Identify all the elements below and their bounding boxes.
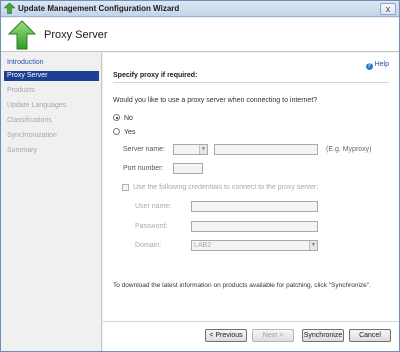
synchronize-button[interactable]: Synchronize bbox=[302, 329, 344, 342]
server-protocol-combo: ▼ bbox=[173, 144, 208, 155]
domain-select: LAB2 ▼ bbox=[191, 240, 318, 251]
port-number-label: Port number: bbox=[123, 165, 164, 172]
cancel-button[interactable]: Cancel bbox=[349, 329, 391, 342]
server-name-example: (E.g. Myproxy) bbox=[326, 146, 372, 153]
previous-button[interactable]: < Previous bbox=[205, 329, 247, 342]
radio-no-label: No bbox=[124, 115, 133, 122]
wizard-window: Update Management Configuration Wizard x… bbox=[0, 0, 400, 352]
server-name-label: Server name: bbox=[123, 146, 166, 153]
sidebar-item-update-languages: Update Languages bbox=[7, 102, 67, 109]
chevron-down-icon: ▼ bbox=[309, 241, 317, 250]
title-bar: Update Management Configuration Wizard x bbox=[1, 1, 399, 17]
wizard-sidebar: Introduction Proxy Server Products Updat… bbox=[1, 53, 102, 351]
password-input bbox=[191, 221, 318, 232]
wizard-header: Proxy Server bbox=[1, 18, 399, 52]
user-name-label: User name: bbox=[135, 203, 172, 210]
help-label: Help bbox=[374, 61, 389, 68]
radio-yes-option[interactable]: Yes bbox=[113, 128, 135, 137]
password-label: Password: bbox=[135, 223, 168, 230]
server-name-input bbox=[214, 144, 318, 155]
wizard-content: ? Help Specify proxy if required: Would y… bbox=[103, 53, 399, 351]
section-divider bbox=[113, 82, 389, 83]
use-credentials-checkbox bbox=[122, 184, 129, 191]
close-button[interactable]: x bbox=[380, 3, 396, 15]
radio-yes[interactable] bbox=[113, 128, 120, 135]
domain-value: LAB2 bbox=[194, 242, 212, 249]
section-title: Specify proxy if required: bbox=[113, 72, 198, 79]
chevron-down-icon: ▼ bbox=[199, 145, 207, 154]
sidebar-item-summary: Summary bbox=[7, 147, 37, 154]
help-link[interactable]: ? Help bbox=[365, 61, 389, 70]
sidebar-item-introduction[interactable]: Introduction bbox=[4, 58, 99, 68]
page-title: Proxy Server bbox=[44, 29, 108, 41]
next-button: Next > bbox=[252, 329, 294, 342]
footer-divider bbox=[103, 321, 399, 322]
radio-no[interactable] bbox=[113, 114, 120, 121]
domain-label: Domain: bbox=[135, 242, 162, 249]
wizard-app-icon bbox=[4, 3, 15, 14]
port-number-input bbox=[173, 163, 203, 174]
help-icon: ? bbox=[365, 63, 373, 70]
sidebar-item-proxy-server[interactable]: Proxy Server bbox=[4, 71, 99, 81]
use-credentials-label: Use the following credentials to connect… bbox=[133, 184, 319, 191]
radio-no-option[interactable]: No bbox=[113, 114, 133, 123]
radio-yes-label: Yes bbox=[124, 129, 136, 136]
sidebar-item-products: Products bbox=[7, 87, 35, 94]
synchronize-info-text: To download the latest information on pr… bbox=[113, 282, 371, 289]
proxy-question: Would you like to use a proxy server whe… bbox=[113, 97, 318, 104]
window-title: Update Management Configuration Wizard bbox=[18, 4, 180, 13]
sidebar-item-classifications: Classifications bbox=[7, 117, 52, 124]
sidebar-item-synchronization: Synchronization bbox=[7, 132, 57, 139]
green-up-arrow-icon bbox=[8, 20, 36, 50]
user-name-input bbox=[191, 201, 318, 212]
